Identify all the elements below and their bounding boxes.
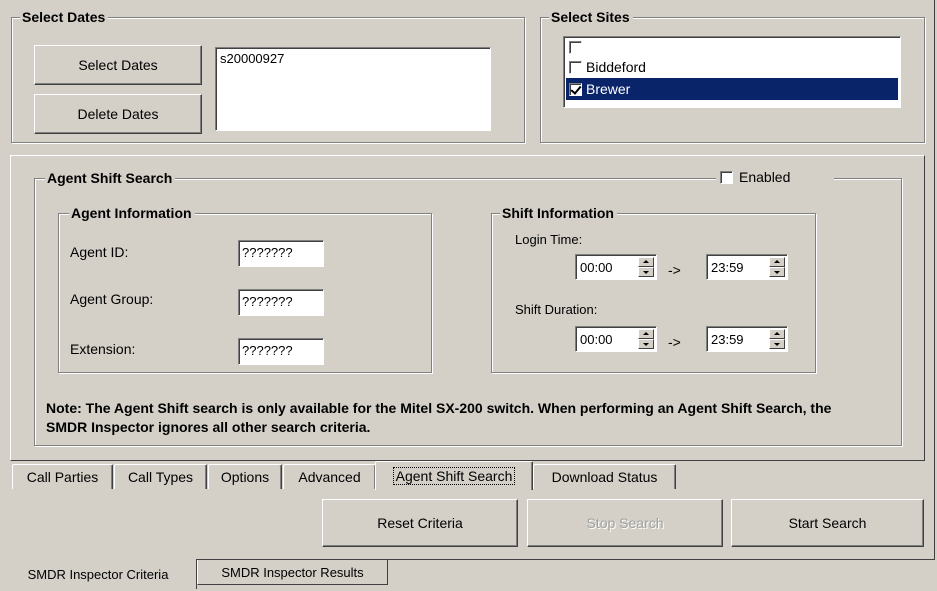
agent-shift-note: Note: The Agent Shift search is only ava… <box>46 400 832 435</box>
agent-shift-legend: Agent Shift Search <box>45 170 176 186</box>
duration-range-arrow: -> <box>668 334 681 350</box>
site-checkbox-biddeford[interactable] <box>569 60 582 74</box>
extension-field[interactable]: ??????? <box>238 338 324 365</box>
tab-advanced[interactable]: Advanced <box>283 464 376 489</box>
tab-options[interactable]: Options <box>208 464 282 489</box>
login-to-spinner[interactable]: 23:59 <box>706 254 788 280</box>
site-checkbox-brewer[interactable] <box>569 82 582 96</box>
dates-listbox[interactable]: s20000927 <box>215 47 491 131</box>
agent-group-field[interactable]: ??????? <box>238 289 324 316</box>
select-sites-legend: Select Sites <box>549 9 633 25</box>
spin-up-icon[interactable] <box>769 257 785 267</box>
login-to-value[interactable]: 23:59 <box>711 260 744 275</box>
reset-criteria-button[interactable]: Reset Criteria <box>322 499 518 547</box>
shift-information-legend: Shift Information <box>500 205 617 221</box>
date-list-item[interactable]: s20000927 <box>220 51 486 66</box>
enabled-toggle[interactable]: Enabled <box>716 169 835 185</box>
login-from-spinner[interactable]: 00:00 <box>575 254 657 280</box>
spin-down-icon[interactable] <box>638 339 654 349</box>
duration-to-value[interactable]: 23:59 <box>711 332 744 347</box>
login-time-label: Login Time: <box>515 232 583 247</box>
spin-down-icon[interactable] <box>769 339 785 349</box>
agent-information-legend: Agent Information <box>69 205 195 221</box>
site-label-biddeford: Biddeford <box>586 59 646 75</box>
duration-to-spinner[interactable]: 23:59 <box>706 326 788 352</box>
select-dates-legend: Select Dates <box>20 9 109 25</box>
start-search-button[interactable]: Start Search <box>731 499 924 547</box>
site-item-blank[interactable] <box>566 39 898 56</box>
site-item-brewer[interactable]: Brewer <box>566 78 898 100</box>
site-checkbox-blank[interactable] <box>569 41 582 54</box>
site-item-biddeford[interactable]: Biddeford <box>566 56 898 78</box>
duration-from-spinner[interactable]: 00:00 <box>575 326 657 352</box>
tab-download-status[interactable]: Download Status <box>533 464 676 489</box>
login-from-value[interactable]: 00:00 <box>580 260 613 275</box>
site-label-brewer: Brewer <box>586 81 631 97</box>
tab-smdr-results[interactable]: SMDR Inspector Results <box>197 560 388 585</box>
agent-id-field[interactable]: ??????? <box>238 240 324 267</box>
enabled-checkbox[interactable] <box>720 170 733 184</box>
tab-call-parties[interactable]: Call Parties <box>12 464 113 489</box>
login-range-arrow: -> <box>668 262 681 278</box>
spin-up-icon[interactable] <box>769 329 785 339</box>
tab-call-types[interactable]: Call Types <box>114 464 207 489</box>
agent-id-label: Agent ID: <box>70 244 129 260</box>
enabled-label: Enabled <box>739 169 791 185</box>
extension-label: Extension: <box>70 341 136 357</box>
delete-dates-button[interactable]: Delete Dates <box>34 94 202 134</box>
tab-smdr-criteria[interactable]: SMDR Inspector Criteria <box>0 559 197 589</box>
sites-listbox[interactable]: Biddeford Brewer <box>563 36 901 108</box>
stop-search-button[interactable]: Stop Search <box>527 499 723 547</box>
tab-agent-shift-search[interactable]: Agent Shift Search <box>375 461 533 490</box>
agent-group-label: Agent Group: <box>70 291 154 307</box>
duration-from-value[interactable]: 00:00 <box>580 332 613 347</box>
select-dates-button[interactable]: Select Dates <box>34 45 202 85</box>
spin-down-icon[interactable] <box>769 267 785 277</box>
spin-down-icon[interactable] <box>638 267 654 277</box>
shift-duration-label: Shift Duration: <box>515 302 598 317</box>
spin-up-icon[interactable] <box>638 329 654 339</box>
spin-up-icon[interactable] <box>638 257 654 267</box>
